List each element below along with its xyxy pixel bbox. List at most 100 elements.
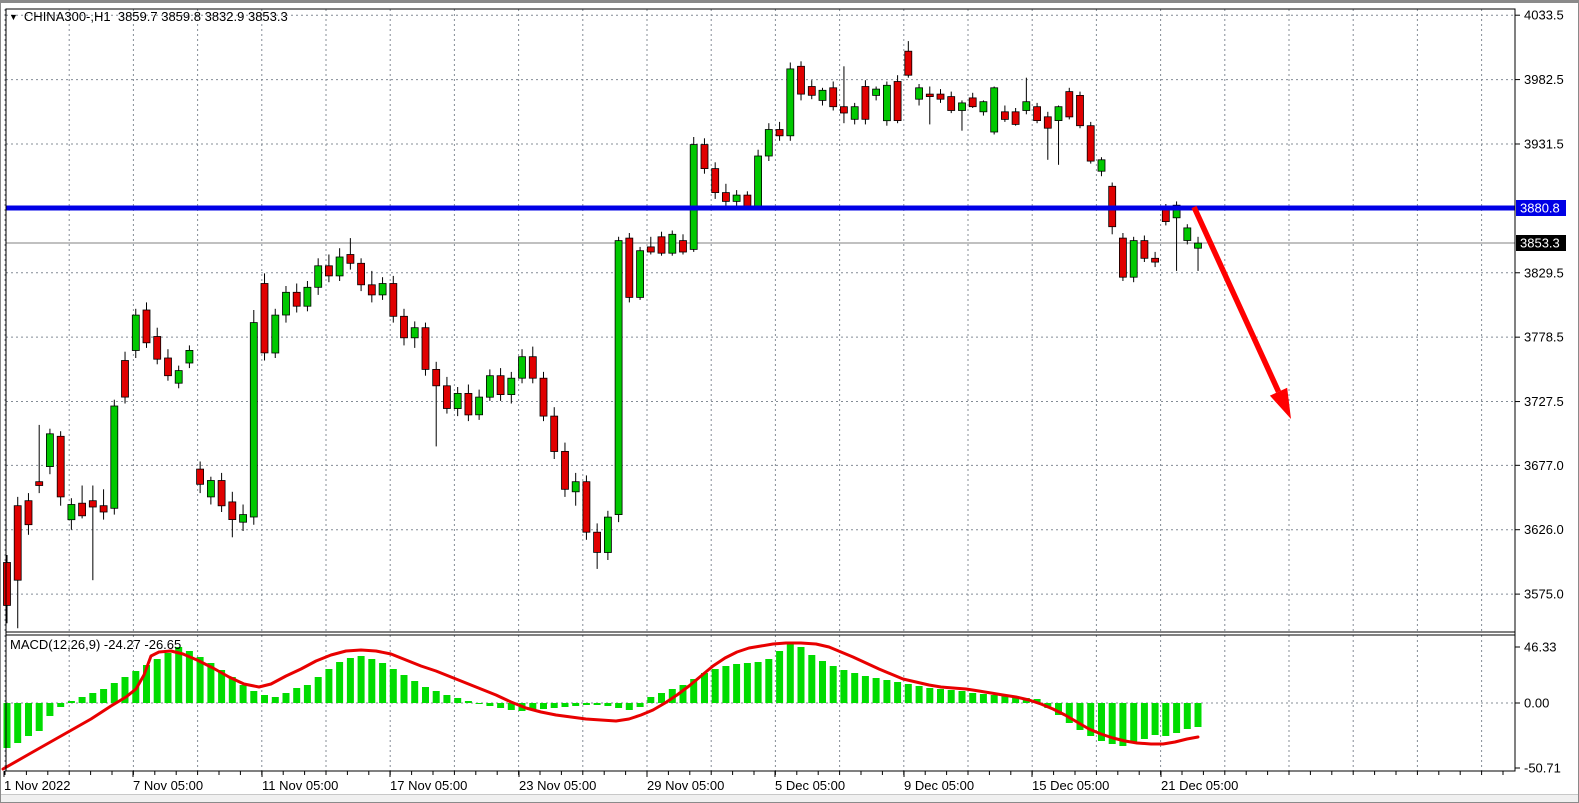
chart-canvas[interactable]: 4033.5 3982.5 3931.5 3829.5 3778.5 3727.5 3677… bbox=[1, 3, 1579, 803]
macd-bar bbox=[787, 643, 794, 703]
macd-bar bbox=[165, 653, 172, 703]
macd-bar bbox=[315, 677, 322, 703]
macd-bar bbox=[454, 698, 461, 703]
candle-body-down bbox=[218, 481, 225, 506]
symbol-dropdown-icon[interactable]: ▼ bbox=[9, 12, 18, 22]
macd-bar bbox=[840, 670, 847, 703]
candle-body-down bbox=[325, 266, 332, 276]
macd-bar bbox=[594, 703, 601, 705]
price-axis-label[interactable]: 3931.5 bbox=[1524, 136, 1564, 151]
candle-body-down bbox=[122, 361, 129, 398]
macd-bar bbox=[991, 695, 998, 703]
candle-body-down bbox=[197, 469, 204, 484]
candle-body-down bbox=[1119, 238, 1126, 277]
macd-bar bbox=[100, 689, 107, 703]
macd-bar bbox=[347, 658, 354, 703]
blue-hline-object[interactable] bbox=[6, 206, 1515, 211]
candle-body-down bbox=[14, 506, 21, 581]
candle-body-up bbox=[240, 515, 247, 523]
macd-bar bbox=[379, 663, 386, 703]
macd-bar bbox=[637, 703, 644, 707]
candle-body-down bbox=[647, 247, 654, 252]
candle-body-down bbox=[1087, 126, 1094, 161]
macd-bar bbox=[562, 703, 569, 707]
macd-bar bbox=[776, 651, 783, 703]
macd-bar bbox=[250, 691, 257, 703]
macd-axis-label[interactable]: -50.71 bbox=[1524, 761, 1561, 776]
candle-body-up bbox=[207, 481, 214, 497]
price-axis-label[interactable]: 3778.5 bbox=[1524, 330, 1564, 345]
candle-body-up bbox=[68, 505, 75, 520]
candle-body-up bbox=[1195, 243, 1202, 248]
price-tag-text: 3880.8 bbox=[1520, 201, 1560, 216]
mt4-chart-window: 4033.5 3982.5 3931.5 3829.5 3778.5 3727.5 3677… bbox=[0, 0, 1579, 803]
macd-indicator-label: MACD(12,26,9) -24.27 -26.65 bbox=[10, 637, 181, 652]
macd-bar bbox=[916, 686, 923, 703]
price-axis-label[interactable]: 3677.0 bbox=[1524, 458, 1564, 473]
macd-bar bbox=[883, 680, 890, 703]
candle-body-up bbox=[272, 315, 279, 353]
candle-body-down bbox=[36, 482, 43, 486]
price-axis-label[interactable]: 3727.5 bbox=[1524, 394, 1564, 409]
time-axis-label[interactable]: 7 Nov 05:00 bbox=[133, 778, 203, 793]
time-axis-label[interactable]: 23 Nov 05:00 bbox=[519, 778, 596, 793]
price-axis-label[interactable]: 3829.5 bbox=[1524, 265, 1564, 280]
candle-body-down bbox=[229, 502, 236, 520]
macd-bar bbox=[1130, 703, 1137, 743]
candle-body-up bbox=[1184, 228, 1191, 241]
candle-body-up bbox=[819, 90, 826, 100]
price-axis-label[interactable]: 3982.5 bbox=[1524, 72, 1564, 87]
macd-bar bbox=[583, 703, 590, 705]
price-tag-text: 3853.3 bbox=[1520, 236, 1560, 251]
price-axis-label[interactable]: 3626.0 bbox=[1524, 522, 1564, 537]
window-bottom-strip bbox=[1, 794, 1578, 803]
macd-axis-label[interactable]: 0.00 bbox=[1524, 696, 1549, 711]
time-axis-label[interactable]: 5 Dec 05:00 bbox=[775, 778, 845, 793]
macd-bar bbox=[325, 669, 332, 703]
macd-bar bbox=[240, 685, 247, 703]
candle-body-up bbox=[304, 287, 311, 306]
macd-bar bbox=[1162, 703, 1169, 736]
candle-body-down bbox=[626, 238, 633, 297]
macd-bar bbox=[712, 669, 719, 703]
macd-bar bbox=[1195, 703, 1202, 727]
time-axis-label[interactable]: 11 Nov 05:00 bbox=[262, 778, 338, 793]
macd-bar bbox=[422, 687, 429, 703]
candle-body-up bbox=[572, 482, 579, 492]
candle-body-down bbox=[862, 87, 869, 120]
price-axis-label[interactable]: 4033.5 bbox=[1524, 8, 1564, 23]
time-axis-label[interactable]: 9 Dec 05:00 bbox=[904, 778, 974, 793]
candle-body-down bbox=[465, 393, 472, 415]
macd-axis-label[interactable]: 46.33 bbox=[1524, 640, 1557, 655]
candle-body-up bbox=[615, 241, 622, 515]
time-axis-label[interactable]: 15 Dec 05:00 bbox=[1032, 778, 1109, 793]
candle-body-down bbox=[1001, 112, 1008, 120]
macd-bar bbox=[46, 703, 53, 716]
candle-body-up bbox=[283, 292, 290, 315]
candle-body-down bbox=[4, 563, 11, 606]
macd-bar bbox=[293, 688, 300, 703]
time-axis-label[interactable]: 21 Dec 05:00 bbox=[1161, 778, 1238, 793]
candle-body-down bbox=[948, 97, 955, 111]
chart-legend-text: CHINA300-,H1 3859.7 3859.8 3832.9 3853.3 bbox=[24, 9, 288, 24]
time-axis-label[interactable]: 29 Nov 05:00 bbox=[647, 778, 724, 793]
price-axis-label[interactable]: 3575.0 bbox=[1524, 587, 1564, 602]
candle-body-down bbox=[798, 66, 805, 94]
candle-body-up bbox=[883, 85, 890, 120]
macd-bar bbox=[948, 690, 955, 703]
candle-body-down bbox=[1152, 258, 1159, 262]
candle-body-down bbox=[776, 130, 783, 136]
candle-body-up bbox=[315, 266, 322, 288]
candle-body-up bbox=[336, 257, 343, 276]
candle-body-down bbox=[401, 316, 408, 338]
candle-body-up bbox=[186, 350, 193, 363]
macd-bar bbox=[551, 703, 558, 708]
time-axis-label[interactable]: 17 Nov 05:00 bbox=[390, 778, 467, 793]
candle-body-down bbox=[744, 195, 751, 206]
candle-body-up bbox=[132, 315, 139, 350]
macd-bar bbox=[658, 693, 665, 703]
macd-bar bbox=[959, 691, 966, 703]
time-axis-label[interactable]: 1 Nov 2022 bbox=[4, 778, 71, 793]
macd-bar bbox=[368, 659, 375, 703]
macd-bar bbox=[25, 703, 32, 736]
